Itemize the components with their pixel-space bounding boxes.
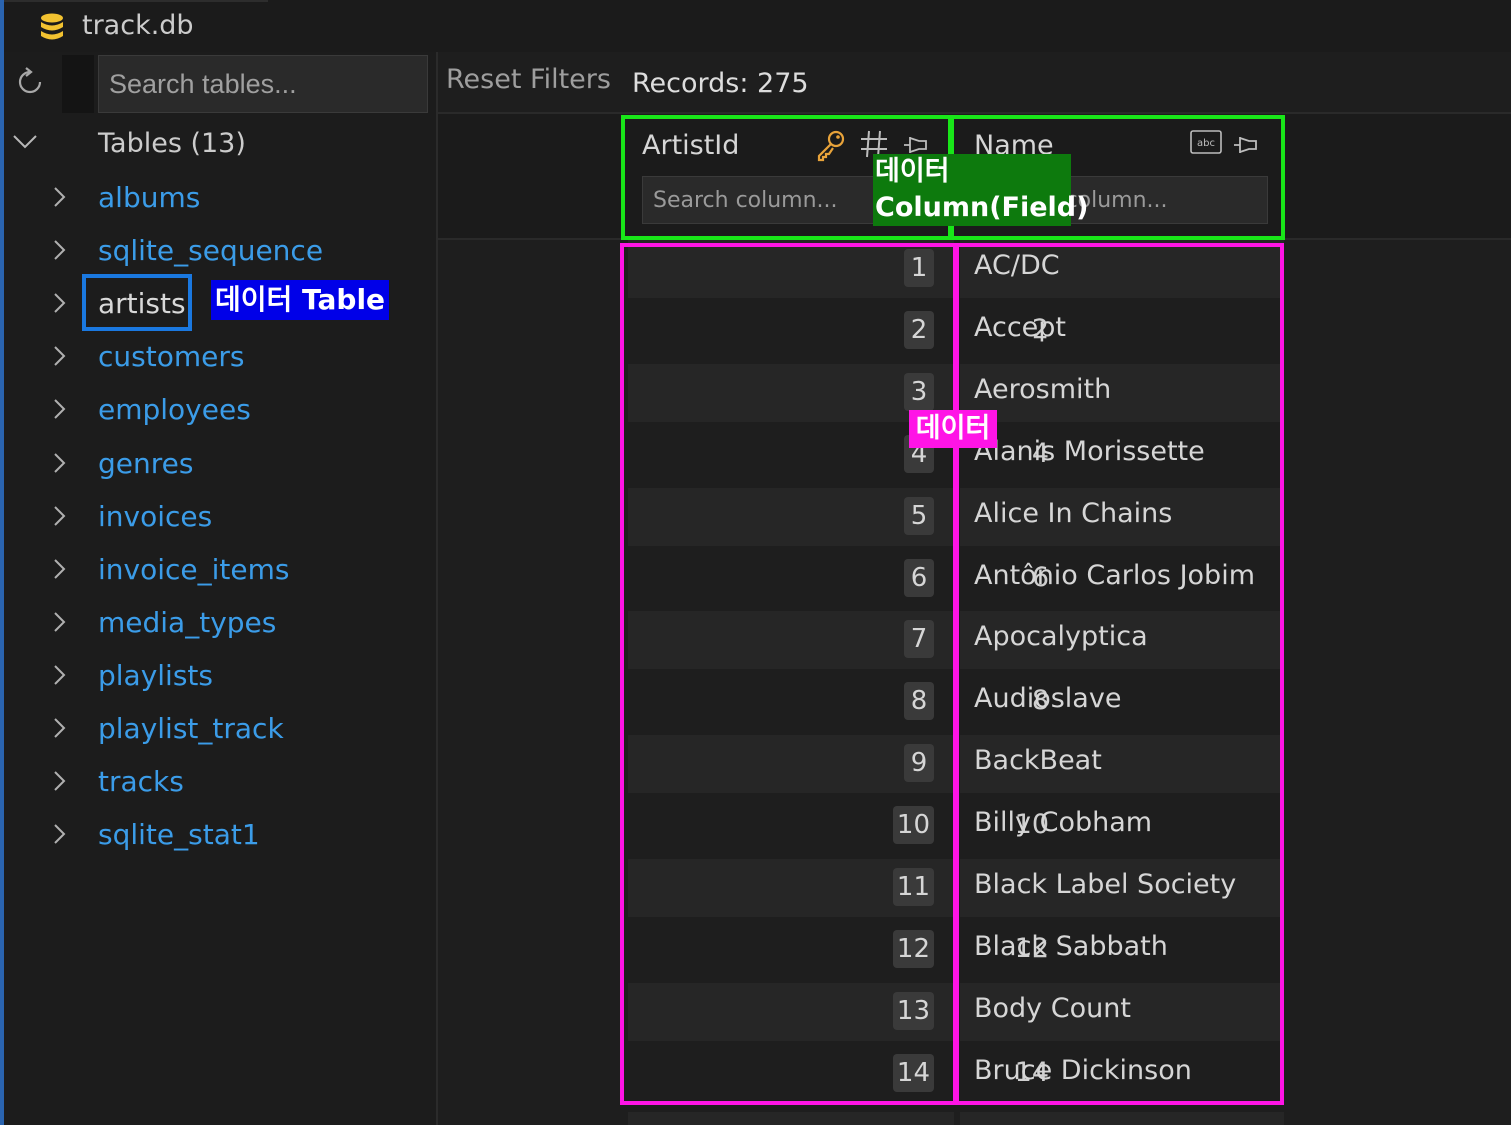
chevron-down-icon[interactable] [12, 132, 38, 152]
chevron-right-icon[interactable] [52, 664, 66, 686]
chevron-right-icon[interactable] [52, 770, 66, 792]
tab-top-border [0, 0, 268, 2]
sidebar-item-tracks[interactable]: tracks [44, 758, 424, 808]
sidebar-item-albums[interactable]: albums [44, 174, 424, 224]
table-name: sqlite_sequence [98, 234, 324, 267]
partial-row-cell [960, 1112, 1284, 1125]
database-icon [41, 13, 63, 40]
chevron-right-icon[interactable] [52, 717, 66, 739]
sidebar-item-sqlite-stat1[interactable]: sqlite_stat1 [44, 811, 424, 861]
refresh-icon[interactable] [14, 66, 48, 100]
table-name: genres [98, 447, 194, 480]
chevron-right-icon[interactable] [52, 239, 66, 261]
selected-table-highlight [82, 274, 192, 331]
chevron-right-icon[interactable] [52, 292, 66, 314]
table-name: sqlite_stat1 [98, 818, 260, 851]
table-name: invoices [98, 500, 213, 533]
sidebar-item-customers[interactable]: customers [44, 333, 424, 383]
sidebar-item-playlist-track[interactable]: playlist_track [44, 705, 424, 755]
tab-title[interactable]: track.db [82, 10, 194, 41]
table-name: media_types [98, 606, 277, 639]
chevron-right-icon[interactable] [52, 398, 66, 420]
chevron-right-icon[interactable] [52, 505, 66, 527]
table-name: employees [98, 393, 251, 426]
table-name: albums [98, 181, 201, 214]
sidebar-item-genres[interactable]: genres [44, 440, 424, 490]
data-annotation-outline [620, 243, 1284, 1105]
annotation-data-column: 데이터 Column(Field) [873, 154, 1089, 226]
table-name: customers [98, 340, 245, 373]
sidebar-item-media-types[interactable]: media_types [44, 599, 424, 649]
annotation-data: 데이터 [909, 410, 997, 448]
tables-group-header[interactable]: Tables (13) [98, 128, 246, 159]
chevron-right-icon[interactable] [52, 558, 66, 580]
search-tables-input[interactable] [98, 55, 428, 113]
sidebar-item-invoices[interactable]: invoices [44, 493, 424, 543]
sidebar-item-invoice-items[interactable]: invoice_items [44, 546, 424, 596]
partial-row-cell [628, 1112, 954, 1125]
tab-bar [0, 0, 1511, 53]
chevron-right-icon[interactable] [52, 452, 66, 474]
chevron-right-icon[interactable] [52, 611, 66, 633]
annotation-line: Column(Field) [875, 192, 1089, 223]
annotation-line: 데이터 [875, 156, 950, 187]
table-name: playlists [98, 659, 213, 692]
chevron-right-icon[interactable] [52, 186, 66, 208]
annotation-data-table: 데이터 Table [211, 280, 390, 320]
sidebar-item-playlists[interactable]: playlists [44, 652, 424, 702]
table-name: invoice_items [98, 553, 290, 586]
sidebar-item-employees[interactable]: employees [44, 386, 424, 436]
sidebar-toolbar-gap [62, 55, 94, 113]
records-count: Records: 275 [632, 68, 809, 99]
sidebar-item-sqlite-sequence[interactable]: sqlite_sequence [44, 227, 424, 277]
data-annotation-divider [953, 243, 959, 1105]
table-name: tracks [98, 765, 184, 798]
chevron-right-icon[interactable] [52, 823, 66, 845]
chevron-right-icon[interactable] [52, 345, 66, 367]
reset-filters-button[interactable]: Reset Filters [446, 64, 611, 95]
table-name: playlist_track [98, 712, 284, 745]
